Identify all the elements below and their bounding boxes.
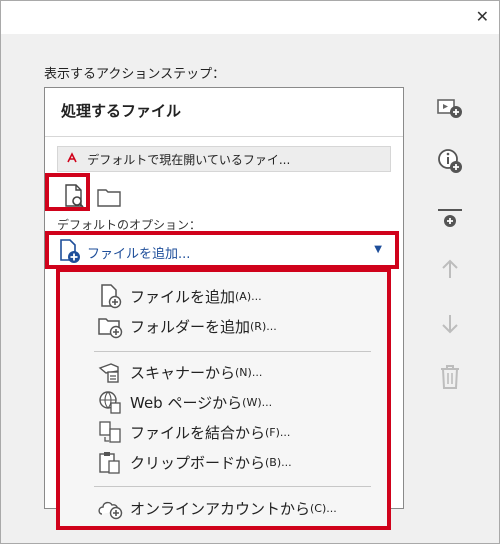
close-icon[interactable]: ✕ [476, 7, 489, 26]
menu-item-add-folder[interactable]: フォルダーを追加 (R)... [96, 312, 277, 340]
title-bar: ✕ [1, 1, 499, 34]
menu-separator [94, 486, 371, 487]
add-files-dropdown-menu: ファイルを追加 (A)... フォルダーを追加 (R)... スキャナーから (… [56, 268, 391, 530]
highlight-box [45, 231, 399, 269]
menu-item-add-file[interactable]: ファイルを追加 (A)... [96, 282, 262, 310]
file-add-icon [96, 282, 124, 310]
menu-item-label: ファイルを追加 [130, 287, 236, 306]
menu-item-accesskey: (A)... [235, 289, 262, 303]
add-step-button[interactable] [434, 92, 466, 124]
file-list-item-label: デフォルトで現在開いているファイ... [87, 153, 291, 167]
menu-item-from-web-page[interactable]: Web ページから (W)... [96, 388, 272, 416]
combine-files-icon [96, 418, 124, 446]
panel-title: 処理するファイル [61, 102, 182, 120]
menu-item-accesskey: (C)... [310, 501, 337, 515]
add-instruction-button[interactable] [434, 145, 466, 177]
menu-item-accesskey: (B)... [265, 455, 292, 469]
move-up-button[interactable] [434, 253, 466, 285]
menu-item-label: クリップボードから [130, 453, 266, 472]
folder-icon [97, 189, 121, 207]
menu-item-accesskey: (F)... [265, 425, 291, 439]
pdf-icon [66, 152, 82, 167]
menu-item-from-scanner[interactable]: スキャナーから (N)... [96, 358, 262, 386]
menu-item-label: オンラインアカウントから [130, 499, 311, 518]
dialog-window: ✕ 表示するアクションステップ： 処理するファイル デフォルトで現在開いているフ… [0, 0, 500, 544]
panel-divider [45, 136, 403, 137]
add-separator-button[interactable] [434, 203, 466, 235]
menu-item-accesskey: (N)... [235, 365, 263, 379]
folder-add-icon [96, 312, 124, 340]
clipboard-icon [96, 448, 124, 476]
cloud-account-icon [96, 494, 124, 522]
menu-item-label: ファイルを結合から [130, 423, 266, 442]
delete-button[interactable] [434, 361, 466, 393]
menu-item-label: Web ページから [130, 393, 243, 412]
menu-item-label: スキャナーから [130, 363, 236, 382]
menu-item-label: フォルダーを追加 [130, 317, 251, 336]
delete-icon [441, 365, 459, 389]
section-label: 表示するアクションステップ： [44, 67, 226, 82]
web-page-icon [96, 388, 124, 416]
file-list-item[interactable]: デフォルトで現在開いているファイ... [57, 146, 391, 172]
open-folder-button[interactable] [95, 183, 125, 213]
menu-item-from-clipboard[interactable]: クリップボードから (B)... [96, 448, 292, 476]
scanner-icon [96, 358, 124, 386]
add-separator-icon [438, 209, 462, 227]
add-instruction-icon [438, 149, 462, 173]
menu-separator [94, 351, 371, 352]
add-step-icon [437, 99, 462, 118]
menu-item-combine-files[interactable]: ファイルを結合から (F)... [96, 418, 290, 446]
menu-item-accesskey: (R)... [250, 319, 277, 333]
move-down-icon [442, 315, 458, 334]
menu-item-from-online-account[interactable]: オンラインアカウントから (C)... [96, 494, 337, 522]
move-down-button[interactable] [434, 308, 466, 340]
highlight-box [45, 173, 90, 211]
move-up-icon [442, 259, 458, 278]
menu-item-accesskey: (W)... [242, 395, 273, 409]
